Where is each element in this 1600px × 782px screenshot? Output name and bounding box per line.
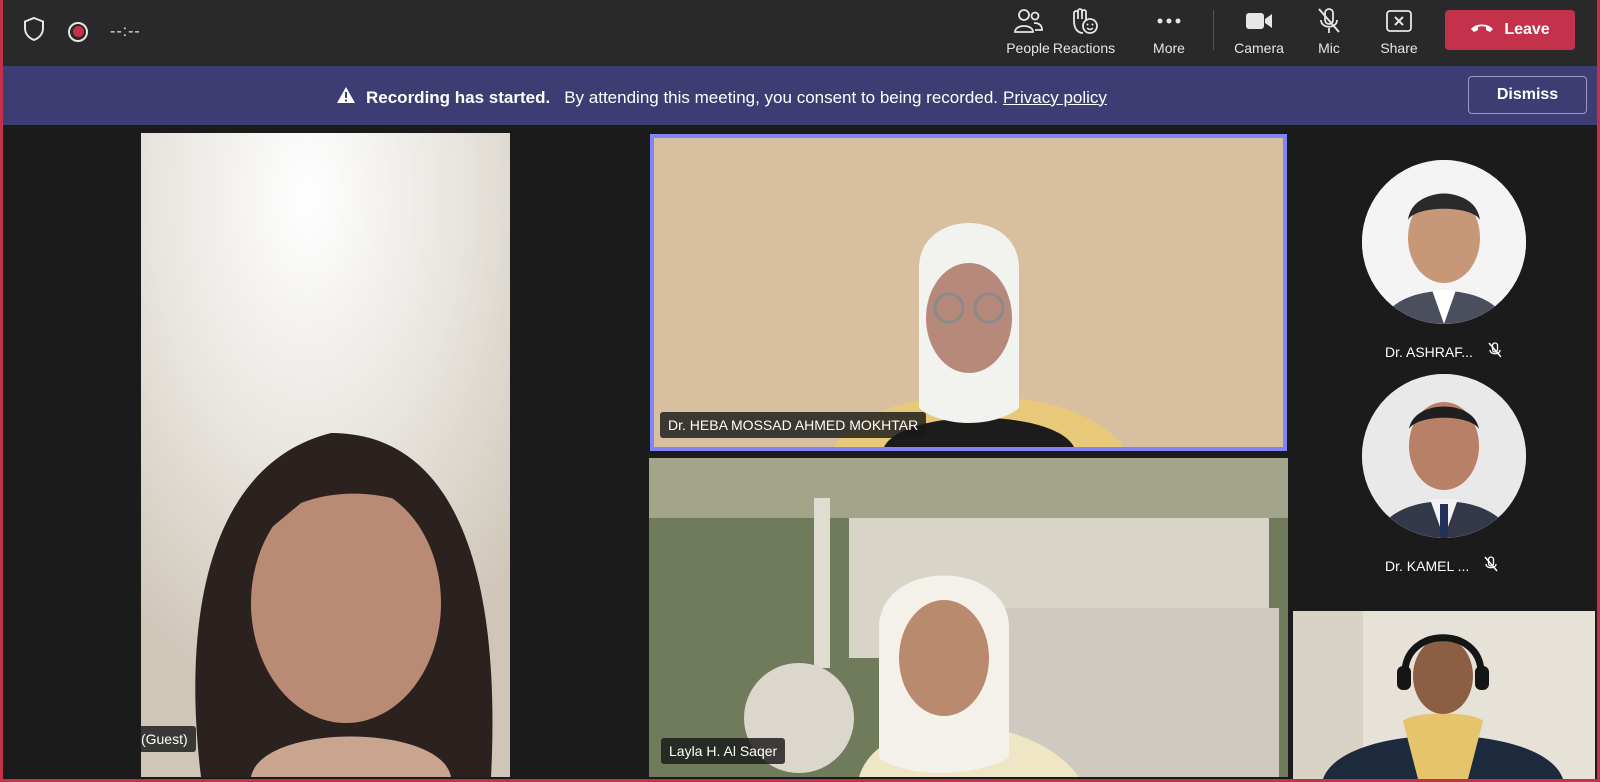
reactions-label: Reactions [1052,40,1116,56]
recording-indicator-icon [68,21,88,42]
phone-hangup-icon [1470,21,1494,39]
share-button[interactable]: Share [1364,6,1434,56]
share-icon [1364,6,1434,36]
participant-name-tag: Howayda Mostafa (Guest) [141,726,196,752]
video-tile-howayda[interactable]: Howayda Mostafa (Guest) [141,133,510,777]
camera-icon [1224,6,1294,36]
avatar-name-text: Dr. ASHRAF... [1385,343,1473,360]
reactions-icon [1041,6,1127,36]
dismiss-button[interactable]: Dismiss [1468,76,1587,114]
video-tile-heba-active[interactable]: Dr. HEBA MOSSAD AHMED MOKHTAR [650,134,1287,451]
video-tile-layla[interactable]: Layla H. Al Saqer [649,458,1288,777]
leave-label: Leave [1504,21,1550,38]
participant-video [649,458,1288,777]
meeting-timer: --:-- [110,22,141,40]
reactions-button[interactable]: Reactions [1041,6,1127,56]
avatar-label-kamel: Dr. KAMEL ... [1385,556,1499,575]
recording-banner: Recording has started. By attending this… [3,66,1597,125]
participant-video [141,133,510,777]
participant-name-tag: Dr. HEBA MOSSAD AHMED MOKHTAR [660,412,927,438]
banner-message: By attending this meeting, you consent t… [564,87,998,107]
meeting-toolbar: --:-- People Reactions More Camera Mic S… [0,0,1600,66]
avatar-ashraf[interactable] [1362,160,1526,324]
avatar-label-ashraf: Dr. ASHRAF... [1385,342,1503,361]
mic-label: Mic [1318,40,1340,56]
more-button[interactable]: More [1134,6,1204,56]
more-label: More [1153,40,1185,56]
mic-muted-icon [1483,556,1499,575]
leave-button[interactable]: Leave [1445,10,1575,50]
avatar-name-text: Dr. KAMEL ... [1385,557,1470,574]
self-view-video[interactable] [1293,611,1595,779]
warning-icon [336,86,356,109]
mic-button[interactable]: Mic [1294,6,1364,56]
participant-video [1293,611,1595,779]
participant-name-tag: Layla H. Al Saqer [661,738,786,764]
share-label: Share [1380,40,1418,56]
camera-button[interactable]: Camera [1224,6,1294,56]
privacy-policy-link[interactable]: Privacy policy [1003,88,1107,108]
more-icon [1134,6,1204,36]
camera-label: Camera [1234,40,1284,56]
mic-muted-icon [1487,342,1503,361]
banner-title: Recording has started. [366,87,551,107]
shield-icon[interactable] [22,16,46,47]
avatar-kamel[interactable] [1362,374,1526,538]
avatar-photo [1362,374,1526,538]
participant-video [654,138,1283,447]
avatar-photo [1362,160,1526,324]
toolbar-divider [1213,10,1214,50]
mic-off-icon [1294,6,1364,36]
